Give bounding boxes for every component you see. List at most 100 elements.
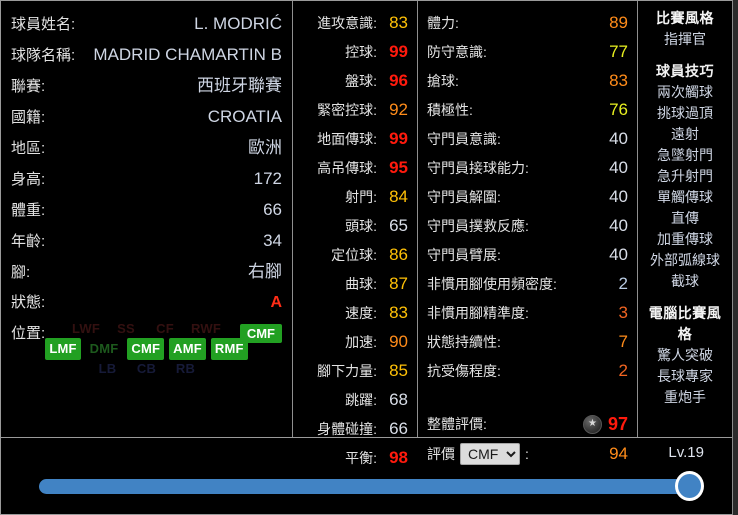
stat-label: 地面傳球: xyxy=(317,131,377,147)
bio-label: 球隊名稱: xyxy=(11,47,76,64)
stat-label: 守門員臂展: xyxy=(427,247,501,263)
stat-row: 控球: 99 xyxy=(293,37,417,66)
bio-value: 66 xyxy=(263,200,282,219)
player-stats-panel: 球員姓名: L. MODRIĆ 球隊名稱: MADRID CHAMARTIN B 聯賽:… xyxy=(0,0,733,515)
skill-item: 遠射 xyxy=(671,126,699,142)
bio-row: 聯賽: 西班牙聯賽 xyxy=(11,70,282,101)
stat-value: 90 xyxy=(389,332,408,351)
bio-value: 右腳 xyxy=(248,262,282,281)
bio-value: 西班牙聯賽 xyxy=(197,76,282,95)
skill-item: 重炮手 xyxy=(664,389,706,405)
stat-row: 地面傳球: 99 xyxy=(293,124,417,153)
bio-row: 腳: 右腳 xyxy=(11,256,282,287)
technical-stats-column: 進攻意識: 83 控球: 99 盤球: 96 緊密控球: 92 地面傳球: 99 高吊傳球: 95 射門… xyxy=(293,1,418,467)
bio-label: 球員姓名: xyxy=(11,16,76,33)
stat-row: 狀態持續性: 7 xyxy=(418,327,637,356)
position-cell-cf[interactable]: CF xyxy=(148,318,182,340)
overall-rating-label: 整體評價: xyxy=(427,416,487,432)
stat-label: 體力: xyxy=(427,15,459,31)
stat-label: 守門員解圍: xyxy=(427,189,501,205)
skill-item: 截球 xyxy=(671,273,699,289)
stat-row: 守門員撲救反應: 40 xyxy=(418,211,637,240)
overall-rating-value: 97 xyxy=(607,413,628,434)
position-cell-lb[interactable]: LB xyxy=(91,358,125,380)
position-cell-dmf[interactable]: DMF xyxy=(86,338,123,360)
stat-value: 96 xyxy=(389,71,408,90)
bio-row: 體重: 66 xyxy=(11,194,282,225)
stat-row: 高吊傳球: 95 xyxy=(293,153,417,182)
stat-row: 搶球: 83 xyxy=(418,66,637,95)
bio-value: 歐洲 xyxy=(248,138,282,157)
position-cell-cmf[interactable]: CMF xyxy=(127,338,165,360)
position-cell-rwf[interactable]: RWF xyxy=(187,318,225,340)
stat-value: 40 xyxy=(609,216,628,235)
skills-group-gap xyxy=(644,292,726,303)
stat-value: 2 xyxy=(618,274,628,293)
level-slider-track[interactable] xyxy=(39,479,686,494)
stat-label: 積極性: xyxy=(427,102,473,118)
stat-row: 非慣用腳使用頻密度: 2 xyxy=(418,269,637,298)
bio-row: 地區: 歐洲 xyxy=(11,132,282,163)
position-cell-rb[interactable]: RB xyxy=(169,358,203,380)
shield-icon: ★ xyxy=(582,414,602,434)
bio-label: 體重: xyxy=(11,202,46,219)
stat-label: 緊密控球: xyxy=(317,102,377,118)
level-slider-thumb[interactable] xyxy=(675,471,704,501)
stat-row: 射門: 84 xyxy=(293,182,417,211)
stat-label: 非慣用腳使用頻密度: xyxy=(427,276,557,292)
bio-value: L. MODRIĆ xyxy=(194,14,282,33)
bio-label: 腳: xyxy=(11,264,31,281)
position-grid-row: LWF SS CF RWF xyxy=(1,319,292,339)
stat-row: 積極性: 76 xyxy=(418,95,637,124)
bio-label: 身高: xyxy=(11,171,46,188)
stat-value: 2 xyxy=(618,361,628,380)
skills-group-heading: 比賽風格 xyxy=(656,10,714,26)
skill-item: 兩次觸球 xyxy=(657,84,713,100)
position-cell-cb[interactable]: CB xyxy=(130,358,164,380)
stat-row: 加速: 90 xyxy=(293,327,417,356)
physical-stats-list: 體力: 89 防守意識: 77 搶球: 83 積極性: 76 守門員意識: 40 守門員接球能力: 4… xyxy=(418,1,637,385)
player-bio-list: 球員姓名: L. MODRIĆ 球隊名稱: MADRID CHAMARTIN B 聯賽:… xyxy=(1,1,292,349)
stat-row: 跳躍: 68 xyxy=(293,385,417,414)
skill-item: 單觸傳球 xyxy=(657,189,713,205)
skills-group-heading: 球員技巧 xyxy=(656,63,714,79)
stat-row: 防守意識: 77 xyxy=(418,37,637,66)
bio-value: 34 xyxy=(263,231,282,250)
bio-label: 地區: xyxy=(11,140,46,157)
stat-value: 3 xyxy=(618,303,628,322)
position-cell-rmf[interactable]: RMF xyxy=(210,338,248,360)
level-slider-region: Lv.19 xyxy=(1,438,732,515)
stat-value: 40 xyxy=(609,187,628,206)
position-cell-amf[interactable]: AMF xyxy=(169,338,206,360)
stat-value: 92 xyxy=(389,100,408,119)
skill-item: 驚人突破 xyxy=(657,347,713,363)
bio-row: 身高: 172 xyxy=(11,163,282,194)
position-cell-ss[interactable]: SS xyxy=(109,318,143,340)
position-grid: LWF SS CF RWF LMF DMF CMF AMF RMF LB CB RB xyxy=(1,319,292,379)
stat-label: 搶球: xyxy=(427,73,459,89)
physical-stats-column: 體力: 89 防守意識: 77 搶球: 83 積極性: 76 守門員意識: 40 守門員接球能力: 4… xyxy=(418,1,638,465)
player-bio-column: 球員姓名: L. MODRIĆ 球隊名稱: MADRID CHAMARTIN B 聯賽:… xyxy=(1,1,293,437)
bio-label: 國籍: xyxy=(11,109,46,126)
stat-row: 體力: 89 xyxy=(418,8,637,37)
position-cell-lmf[interactable]: LMF xyxy=(45,338,81,360)
stat-label: 曲球: xyxy=(345,276,377,292)
stat-label: 防守意識: xyxy=(427,44,487,60)
skill-item: 急墜射門 xyxy=(657,147,713,163)
stat-value: 7 xyxy=(618,332,628,351)
skill-item: 外部弧線球 xyxy=(650,252,720,268)
bio-row: 球員姓名: L. MODRIĆ xyxy=(11,8,282,39)
stat-value: 99 xyxy=(389,129,408,148)
level-label: Lv.19 xyxy=(668,444,704,461)
bio-row: 球隊名稱: MADRID CHAMARTIN B xyxy=(11,39,282,70)
stat-row: 抗受傷程度: 2 xyxy=(418,356,637,385)
skills-group-gap xyxy=(644,50,726,61)
bio-row: 年齡: 34 xyxy=(11,225,282,256)
position-cell-empty xyxy=(29,318,63,340)
stat-value: 95 xyxy=(389,158,408,177)
bio-row: 國籍: CROATIA xyxy=(11,101,282,132)
technical-stats-list: 進攻意識: 83 控球: 99 盤球: 96 緊密控球: 92 地面傳球: 99 高吊傳球: 95 射門… xyxy=(293,1,417,472)
stat-row: 盤球: 96 xyxy=(293,66,417,95)
level-slider[interactable] xyxy=(39,471,704,501)
position-cell-lwf[interactable]: LWF xyxy=(68,318,104,340)
